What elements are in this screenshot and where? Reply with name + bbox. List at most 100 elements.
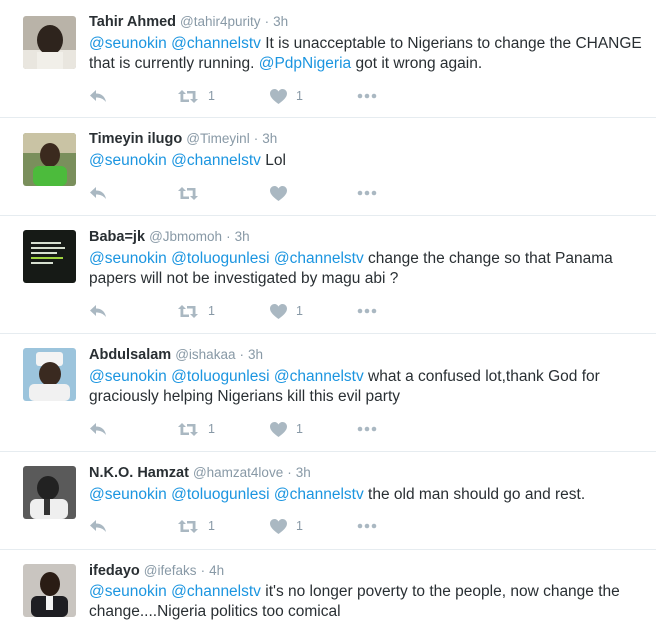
mention-link[interactable]: @channelstv [171,35,261,52]
tweet-actions: 1 1 [89,419,389,439]
retweet-count: 1 [208,519,215,533]
more-icon [357,190,377,196]
timestamp[interactable]: 3h [262,131,277,146]
avatar[interactable] [23,16,76,69]
timestamp[interactable]: 3h [235,229,250,244]
timestamp[interactable]: 4h [209,563,224,578]
tweet[interactable]: N.K.O. Hamzat @hamzat4love · 3h @seunoki… [0,452,656,550]
tweet[interactable]: ifedayo @ifefaks · 4h @seunokin @channel… [0,550,656,624]
heart-icon [270,88,287,104]
retweet-button[interactable] [177,183,208,203]
tweet[interactable]: Baba=jk @Jbmomoh · 3h @seunokin @toluogu… [0,216,656,334]
user-handle[interactable]: @Timeyinl [186,131,249,146]
more-icon [357,308,377,314]
like-button[interactable]: 1 [270,516,303,536]
mention-link[interactable]: @channelstv [274,368,364,385]
tweet-text: @seunokin @channelstv Lol [89,151,645,171]
user-handle[interactable]: @hamzat4love [193,465,283,480]
avatar[interactable] [23,133,76,186]
mention-link[interactable]: @seunokin [89,152,167,169]
retweet-button[interactable]: 1 [177,86,215,106]
tweet-header: Timeyin ilugo @Timeyinl · 3h [89,130,277,148]
mention-link[interactable]: @channelstv [171,152,261,169]
reply-icon [90,90,106,102]
tweet-actions: 1 1 [89,86,389,106]
tweet-text-segment: got it wrong again. [351,55,483,72]
display-name[interactable]: ifedayo [89,563,140,579]
user-handle[interactable]: @Jbmomoh [149,229,222,244]
separator-dot: · [287,465,292,480]
mention-link[interactable]: @channelstv [274,250,364,267]
retweet-count: 1 [208,89,215,103]
mention-link[interactable]: @seunokin [89,583,167,600]
mention-link[interactable]: @seunokin [89,35,167,52]
mention-link[interactable]: @PdpNigeria [259,55,351,72]
reply-button[interactable] [89,183,107,203]
tweet[interactable]: Tahir Ahmed @tahir4purity · 3h @seunokin… [0,0,656,118]
user-handle[interactable]: @tahir4purity [180,14,261,29]
more-button[interactable] [357,86,377,106]
tweet-text: @seunokin @channelstv it's no longer pov… [89,582,645,622]
display-name[interactable]: Abdulsalam [89,347,171,363]
mention-link[interactable]: @seunokin [89,368,167,385]
reply-button[interactable] [89,301,107,321]
like-button[interactable]: 1 [270,419,303,439]
like-button[interactable]: 1 [270,86,303,106]
more-icon [357,93,377,99]
mention-link[interactable]: @toluogunlesi [171,368,269,385]
retweet-icon [178,422,198,436]
retweet-button[interactable]: 1 [177,419,215,439]
tweet-text-segment: the old man should go and rest. [363,486,586,503]
more-button[interactable] [357,301,377,321]
separator-dot: · [200,563,206,578]
avatar[interactable] [23,564,76,617]
reply-icon [90,305,106,317]
like-count: 1 [296,89,303,103]
tweet[interactable]: Timeyin ilugo @Timeyinl · 3h @seunokin @… [0,118,656,216]
mention-link[interactable]: @seunokin [89,486,167,503]
tweet-feed: Tahir Ahmed @tahir4purity · 3h @seunokin… [0,0,656,624]
reply-button[interactable] [89,516,107,536]
avatar[interactable] [23,348,76,401]
like-count: 1 [296,304,303,318]
separator-dot: · [264,14,270,29]
retweet-icon [178,304,198,318]
heart-icon [270,518,287,534]
tweet-text: @seunokin @toluogunlesi @channelstv the … [89,485,645,505]
like-count: 1 [296,519,303,533]
retweet-button[interactable]: 1 [177,516,215,536]
more-icon [357,426,377,432]
timestamp[interactable]: 3h [296,465,311,480]
retweet-button[interactable]: 1 [177,301,215,321]
mention-link[interactable]: @seunokin [89,250,167,267]
mention-link[interactable]: @channelstv [274,486,364,503]
tweet[interactable]: Abdulsalam @ishakaa · 3h @seunokin @tolu… [0,334,656,452]
mention-link[interactable]: @channelstv [171,583,261,600]
like-button[interactable] [270,183,296,203]
mention-link[interactable]: @toluogunlesi [171,250,269,267]
avatar[interactable] [23,466,76,519]
tweet-actions: 1 1 [89,301,389,321]
display-name[interactable]: Tahir Ahmed [89,14,176,30]
more-button[interactable] [357,516,377,536]
more-button[interactable] [357,419,377,439]
user-handle[interactable]: @ifefaks [144,563,197,578]
avatar[interactable] [23,230,76,283]
timestamp[interactable]: 3h [248,347,263,362]
tweet-header: N.K.O. Hamzat @hamzat4love · 3h [89,464,311,482]
retweet-icon [178,519,198,533]
reply-button[interactable] [89,419,107,439]
reply-button[interactable] [89,86,107,106]
display-name[interactable]: N.K.O. Hamzat [89,465,189,481]
display-name[interactable]: Timeyin ilugo [89,131,182,147]
timestamp[interactable]: 3h [273,14,288,29]
mention-link[interactable]: @toluogunlesi [171,486,269,503]
more-button[interactable] [357,183,377,203]
user-handle[interactable]: @ishakaa [175,347,235,362]
display-name[interactable]: Baba=jk [89,229,145,245]
tweet-header: Abdulsalam @ishakaa · 3h [89,346,263,364]
like-button[interactable]: 1 [270,301,303,321]
separator-dot: · [253,131,259,146]
tweet-actions: 1 1 [89,516,389,536]
tweet-header: Tahir Ahmed @tahir4purity · 3h [89,13,288,31]
